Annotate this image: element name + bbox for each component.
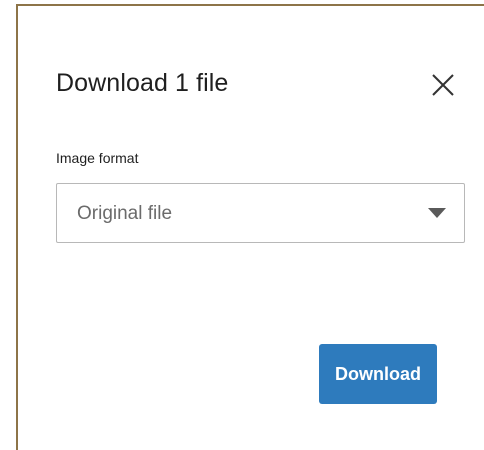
close-icon (432, 74, 454, 96)
frame-border: Download 1 file Image format Original fi… (16, 4, 484, 450)
download-dialog: Download 1 file Image format Original fi… (18, 6, 484, 450)
image-format-select[interactable]: Original file (56, 183, 465, 243)
dropdown-arrow-icon (428, 208, 446, 218)
dialog-title: Download 1 file (56, 69, 229, 97)
image-format-label: Image format (56, 150, 139, 166)
download-button[interactable]: Download (319, 344, 437, 404)
image-format-value: Original file (77, 203, 173, 224)
close-button[interactable] (426, 68, 460, 102)
